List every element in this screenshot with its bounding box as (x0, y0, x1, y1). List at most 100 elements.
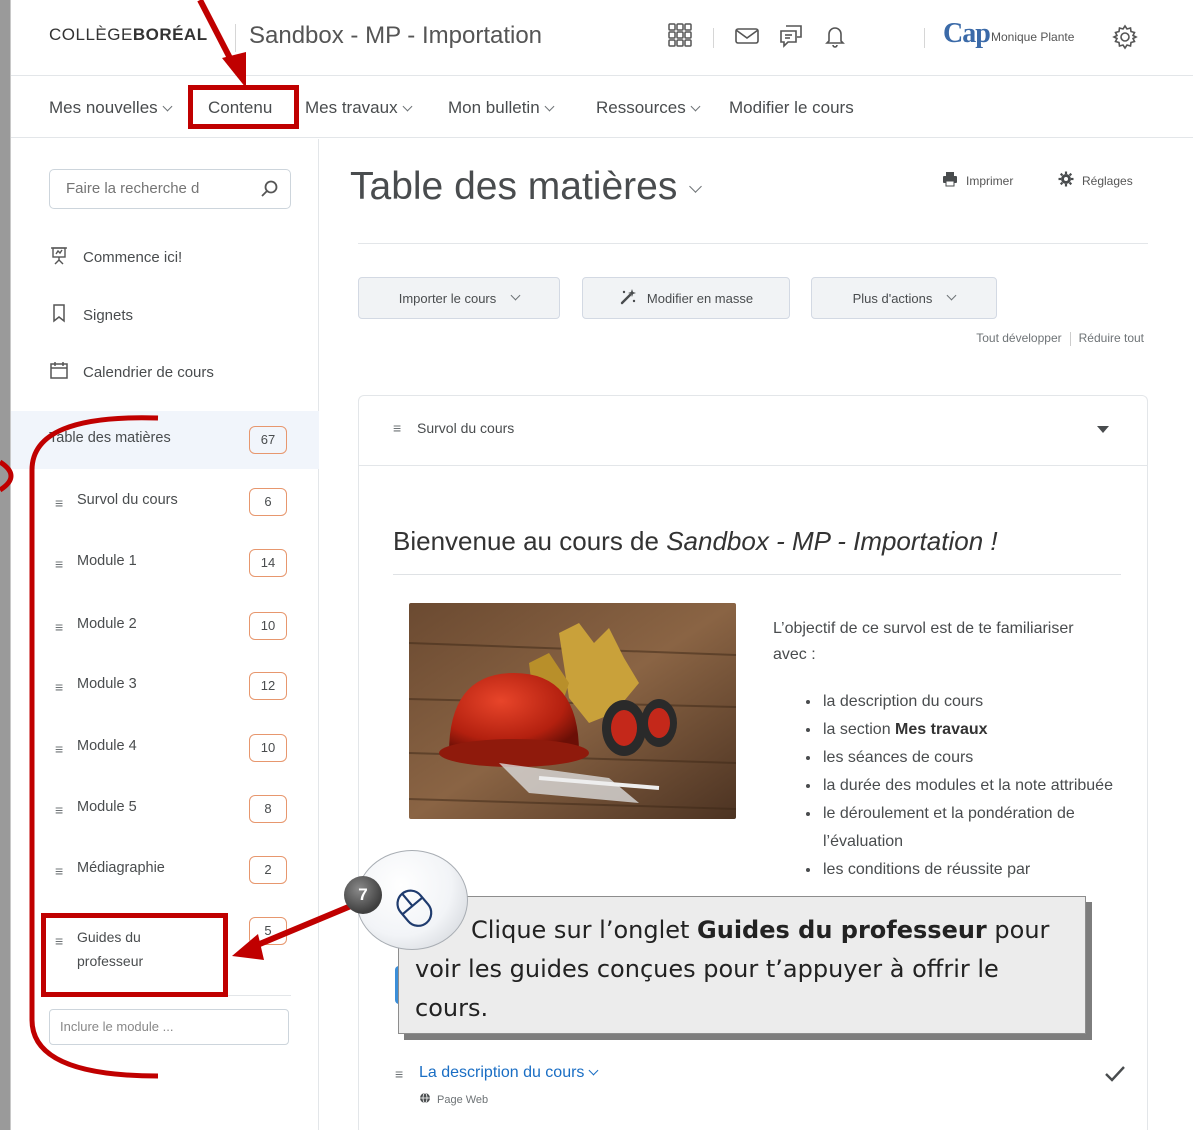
topic-title: La description du cours (419, 1064, 585, 1081)
bulk-edit-button[interactable]: Modifier en masse (582, 277, 790, 319)
nav-label: Mes travaux (305, 98, 398, 117)
chevron-down-icon (689, 180, 703, 193)
chevron-down-icon (510, 290, 521, 300)
logo-prefix: COLLÈGE (49, 25, 133, 44)
sidebar-item-survol[interactable]: ≡ Survol du cours 6 (11, 473, 319, 531)
sidebar-link-calendrier[interactable]: Calendrier de cours (49, 360, 214, 384)
nav-label: Ressources (596, 98, 686, 117)
header-divider (235, 24, 236, 52)
search-input[interactable] (64, 170, 264, 206)
chat-icon[interactable] (777, 22, 805, 50)
list-item-text: la section (823, 721, 896, 738)
collapse-all-link[interactable]: Réduire tout (1079, 331, 1144, 345)
chevron-down-icon (946, 290, 957, 300)
objectives-list: la description du cours la section Mes t… (799, 688, 1129, 884)
item-count-badge: 67 (249, 426, 287, 454)
item-count-badge: 8 (249, 795, 287, 823)
sidebar-link-label: Calendrier de cours (83, 363, 214, 381)
cap-logo[interactable]: Cap (943, 18, 991, 50)
sidebar-link-signets[interactable]: Signets (49, 303, 133, 327)
list-item: la section Mes travaux (821, 716, 1129, 744)
highlight-guides (41, 913, 228, 997)
gear-icon[interactable] (1111, 23, 1139, 51)
sidebar-item-module-3[interactable]: ≡ Module 3 12 (11, 657, 319, 715)
topic-link[interactable]: La description du cours (419, 1064, 599, 1082)
sidebar-item-module-1[interactable]: ≡ Module 1 14 (11, 534, 319, 592)
list-item: la description du cours (821, 688, 1129, 716)
welcome-course-name: Sandbox - MP - Importation ! (666, 526, 998, 556)
course-title[interactable]: Sandbox - MP - Importation (249, 22, 542, 50)
sidebar-link-commence-ici[interactable]: Commence ici! (49, 245, 182, 269)
module-label: Survol du cours (77, 492, 178, 508)
mail-icon[interactable] (733, 22, 761, 50)
sidebar-link-label: Signets (83, 306, 134, 324)
nav-mon-bulletin[interactable]: Mon bulletin (448, 98, 555, 118)
bell-icon[interactable] (821, 22, 849, 50)
list-item: les séances de cours (821, 744, 1129, 772)
item-count-badge: 14 (249, 549, 287, 577)
list-item: le déroulement et la pondération de l’év… (821, 800, 1129, 856)
caret-down-icon[interactable] (1097, 426, 1109, 433)
module-list-icon: ≡ (55, 556, 64, 572)
module-list-icon: ≡ (55, 679, 64, 695)
expand-all-link[interactable]: Tout développer (976, 331, 1061, 345)
chevron-down-icon (690, 101, 701, 112)
list-item: les conditions de réussite par (821, 856, 1129, 884)
gear-icon (1058, 171, 1074, 190)
nav-mes-travaux[interactable]: Mes travaux (305, 98, 413, 118)
topic-row[interactable]: ≡ La description du cours Page Web (395, 1056, 1135, 1116)
print-label: Imprimer (966, 173, 1014, 188)
page-title[interactable]: Table des matières (350, 165, 703, 209)
expand-collapse-links: Tout développer Réduire tout (976, 331, 1144, 346)
sidebar-item-mediagraphie[interactable]: ≡ Médiagraphie 2 (11, 841, 319, 899)
sidebar-link-label: Commence ici! (83, 248, 183, 266)
callout-text-bold: Guides du professeur (697, 916, 987, 944)
include-module-placeholder: Inclure le module ... (60, 1019, 174, 1034)
module-list-icon: ≡ (55, 802, 64, 818)
sidebar-item-module-2[interactable]: ≡ Module 2 10 (11, 597, 319, 655)
intro-text: L’objectif de ce survol est de te famili… (773, 620, 1074, 663)
more-actions-button[interactable]: Plus d'actions (811, 277, 997, 319)
nav-modifier-le-cours[interactable]: Modifier le cours (729, 98, 854, 118)
module-name: Survol du cours (417, 420, 515, 436)
chevron-down-icon (544, 101, 555, 112)
bookmark-icon (49, 303, 69, 327)
module-list-icon: ≡ (55, 863, 64, 879)
toc-label: Table des matières (49, 430, 171, 446)
user-name[interactable]: Monique Plante (991, 30, 1074, 44)
nav-label: Modifier le cours (729, 98, 854, 117)
instruction-callout: Clique sur l’onglet Guides du professeur… (398, 896, 1086, 1034)
module-list-icon: ≡ (55, 495, 64, 511)
settings-button[interactable]: Réglages (1058, 171, 1133, 190)
welcome-heading: Bienvenue au cours de Sandbox - MP - Imp… (393, 526, 998, 557)
nav-ressources[interactable]: Ressources (596, 98, 701, 118)
chevron-down-icon (588, 1065, 599, 1076)
item-count-badge: 10 (249, 612, 287, 640)
sidebar-item-module-5[interactable]: ≡ Module 5 8 (11, 780, 319, 838)
item-count-badge: 6 (249, 488, 287, 516)
include-module-field[interactable]: Inclure le module ... (49, 1009, 289, 1045)
calendar-icon (49, 360, 69, 384)
module-label: Module 3 (77, 676, 137, 692)
sidebar-item-module-4[interactable]: ≡ Module 4 10 (11, 719, 319, 777)
chevron-down-icon (402, 101, 413, 112)
checkmark-icon (1103, 1064, 1127, 1089)
module-list-icon: ≡ (55, 741, 64, 757)
college-logo[interactable]: COLLÈGEBORÉAL (49, 25, 208, 45)
module-header[interactable]: ≡ Survol du cours (359, 396, 1147, 466)
nav-mes-nouvelles[interactable]: Mes nouvelles (49, 98, 173, 118)
print-button[interactable]: Imprimer (942, 171, 1013, 190)
settings-label: Réglages (1082, 173, 1133, 188)
top-bar: COLLÈGEBORÉAL Sandbox - MP - Importation… (11, 0, 1193, 76)
topic-type-label: Page Web (437, 1093, 489, 1106)
drag-handle-icon[interactable]: ≡ (395, 1066, 403, 1082)
sidebar-item-table-des-matieres[interactable]: Table des matières 67 (11, 411, 319, 469)
header-divider (713, 28, 714, 48)
presentation-icon (49, 245, 69, 269)
apps-grid-icon[interactable] (667, 22, 695, 50)
button-label: Modifier en masse (646, 290, 754, 306)
search-icon[interactable] (260, 179, 280, 204)
safety-gear-photo (409, 603, 736, 819)
welcome-prefix: Bienvenue au cours de (393, 526, 667, 556)
import-course-button[interactable]: Importer le cours (358, 277, 560, 319)
